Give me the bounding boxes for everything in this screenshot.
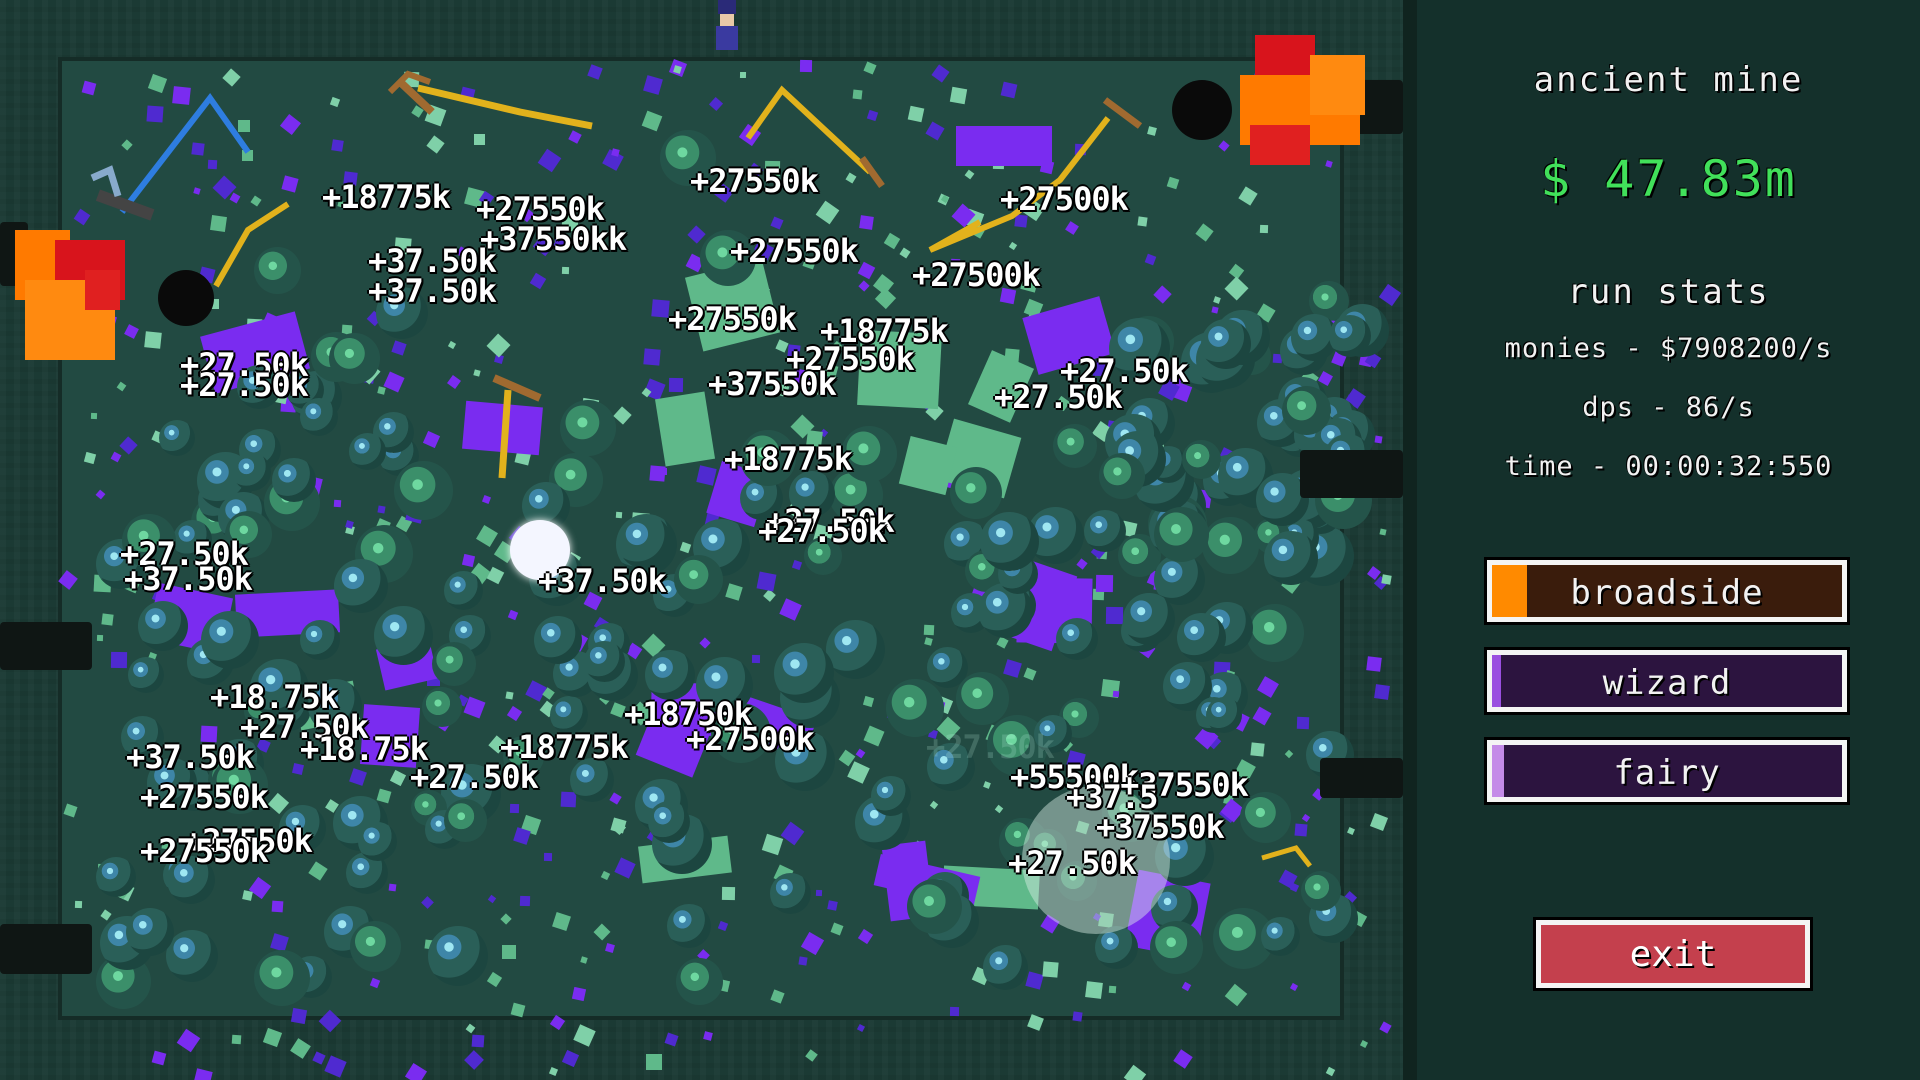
particle (1364, 352, 1382, 369)
ability-fairy-button[interactable]: fairy (1484, 737, 1850, 805)
mine-name: ancient mine (1533, 60, 1804, 100)
particle (465, 1023, 476, 1033)
particle (1124, 1064, 1147, 1080)
particle (1342, 890, 1358, 905)
fairy-sprite-icon (510, 520, 570, 580)
particle (805, 1049, 819, 1062)
particle (1173, 1048, 1194, 1069)
particle (1365, 330, 1377, 342)
run-stats-title: run stats (1567, 272, 1770, 312)
particle (1325, 1066, 1335, 1077)
ability-broadside-button[interactable]: broadside (1484, 557, 1850, 625)
exit-label: exit (1629, 934, 1717, 975)
exit-button[interactable]: exit (1533, 917, 1813, 991)
ability-label: broadside (1570, 573, 1764, 613)
mine-playfield[interactable]: +18775k +27550k +37550kk +37.50k +37.50k +27.… (0, 0, 1403, 1080)
money-total: $ 47.83m (1540, 150, 1797, 208)
particle (324, 1055, 347, 1078)
particle (231, 1034, 242, 1044)
particle (193, 1068, 214, 1080)
cannon-icon (1300, 450, 1403, 498)
particle (1374, 683, 1391, 700)
particle (1366, 656, 1383, 672)
particle (1347, 394, 1355, 402)
explosion-icon (1240, 35, 1375, 165)
particle (1369, 812, 1388, 831)
particle (1350, 911, 1368, 928)
particle (562, 1050, 580, 1068)
particle (1347, 827, 1356, 836)
explosion-icon (15, 230, 125, 365)
fairy-glow-icon (1022, 786, 1170, 934)
particle (290, 1038, 311, 1060)
particle (1378, 283, 1402, 307)
particle (1380, 573, 1392, 585)
particle (1379, 1021, 1392, 1034)
particle (1374, 435, 1383, 444)
side-panel: ancient mine $ 47.83m run stats monies -… (1403, 0, 1920, 1080)
particle (664, 1032, 679, 1047)
ability-wizard-button[interactable]: wizard (1484, 647, 1850, 715)
particle (549, 1067, 559, 1077)
particle (702, 1031, 713, 1042)
cannonball-icon (1172, 80, 1232, 140)
particle (1360, 1040, 1369, 1049)
particle (463, 1050, 484, 1071)
particle (1358, 352, 1373, 367)
wizard-sprite-icon (712, 0, 742, 55)
stat-dps: dps - 86/s (1582, 392, 1755, 423)
cannon-icon (0, 924, 92, 974)
stat-time: time - 00:00:32:550 (1504, 451, 1833, 482)
particle (405, 1063, 428, 1080)
particle (151, 1051, 167, 1066)
particle (1373, 576, 1388, 591)
particle (262, 1027, 283, 1047)
cannonball-icon (158, 270, 214, 326)
particle (312, 1051, 326, 1065)
stat-monies: monies - $7908200/s (1504, 333, 1833, 364)
particle (573, 1024, 596, 1048)
cannon-icon (0, 622, 92, 670)
cannon-icon (1320, 758, 1403, 798)
particle (645, 1053, 662, 1070)
particle (856, 1024, 865, 1033)
particle (471, 1034, 485, 1048)
particle (176, 1028, 201, 1053)
particle (1372, 328, 1386, 342)
particle (1344, 388, 1366, 410)
particle (1379, 528, 1387, 536)
particle (1366, 566, 1381, 581)
ability-label: wizard (1602, 663, 1732, 703)
particle (1352, 338, 1371, 356)
ability-label: fairy (1613, 753, 1721, 793)
